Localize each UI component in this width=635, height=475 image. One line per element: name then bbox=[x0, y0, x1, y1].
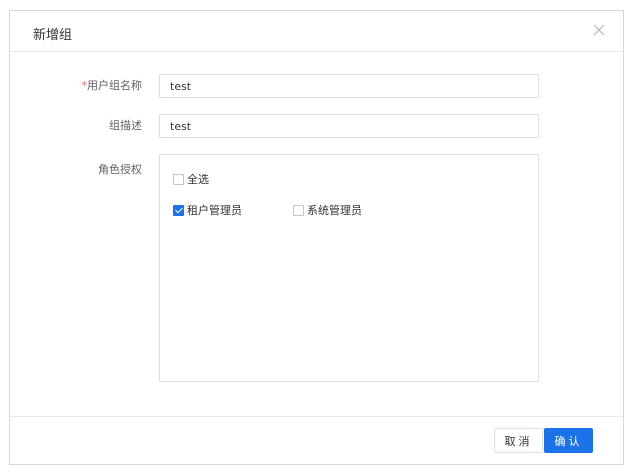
add-group-dialog: 新增组 *用户组名称 组描述 角色授权 全选 租户管理员 系统管理员 取消 bbox=[9, 10, 624, 465]
role-auth-box: 全选 租户管理员 系统管理员 bbox=[159, 154, 539, 382]
close-icon[interactable] bbox=[589, 20, 609, 40]
confirm-button[interactable]: 确认 bbox=[544, 428, 593, 453]
group-desc-label: 组描述 bbox=[109, 119, 142, 132]
unchecked-icon[interactable] bbox=[293, 204, 304, 216]
role-checkbox-tenant-admin[interactable]: 租户管理员 bbox=[173, 202, 242, 218]
dialog-footer: 取消 确认 bbox=[10, 416, 623, 464]
role-label-system-admin: 系统管理员 bbox=[307, 204, 362, 217]
group-name-label-text: 用户组名称 bbox=[87, 79, 142, 92]
cancel-button[interactable]: 取消 bbox=[494, 428, 543, 453]
group-name-input[interactable] bbox=[159, 74, 539, 98]
select-all-checkbox[interactable]: 全选 bbox=[173, 171, 209, 187]
dialog-title: 新增组 bbox=[33, 28, 73, 43]
group-name-label: *用户组名称 bbox=[82, 77, 143, 93]
role-checkbox-system-admin[interactable]: 系统管理员 bbox=[293, 202, 362, 218]
checked-icon[interactable] bbox=[173, 204, 184, 216]
group-desc-input[interactable] bbox=[159, 114, 539, 138]
select-all-label: 全选 bbox=[187, 173, 209, 186]
dialog-header: 新增组 bbox=[10, 11, 623, 52]
role-label-tenant-admin: 租户管理员 bbox=[187, 204, 242, 217]
select-all-check-icon[interactable] bbox=[173, 173, 184, 185]
role-auth-label: 角色授权 bbox=[98, 163, 142, 176]
